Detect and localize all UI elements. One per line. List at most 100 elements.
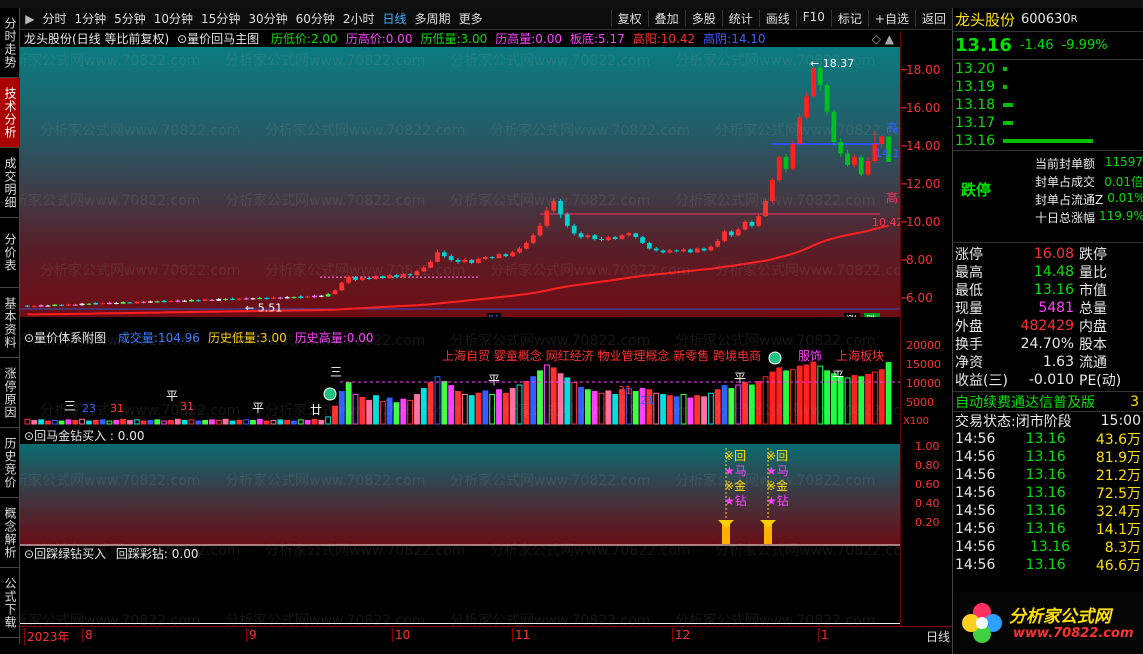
timeframe-8[interactable]: 日线 xyxy=(379,10,411,27)
left-tab-7[interactable]: 概念解析 xyxy=(0,498,20,568)
bid-bar xyxy=(1003,139,1093,143)
toolbar-button-5[interactable]: F10 xyxy=(795,10,831,27)
left-tab-1[interactable]: 技术分析 xyxy=(0,78,20,148)
candle-body xyxy=(824,85,830,112)
left-tab-8[interactable]: 公式下载 xyxy=(0,568,20,638)
stock-name: 龙头股份 xyxy=(955,11,1016,29)
vol-bar xyxy=(188,419,195,425)
stat-label-2: 量比 xyxy=(1079,265,1107,281)
bid-bar-wrap xyxy=(1003,121,1141,125)
hm-tick-4: 0.20 xyxy=(915,516,940,529)
hs-value: 0.00 xyxy=(171,547,199,561)
timeframe-6[interactable]: 60分钟 xyxy=(292,10,339,27)
stat-value: 482429 xyxy=(1020,318,1074,334)
hm-panel-title[interactable]: ⊙回马金钻买入 xyxy=(24,429,106,443)
left-tab-2[interactable]: 成交明细 xyxy=(0,148,20,218)
hm-signal-char: ★马 xyxy=(724,464,747,478)
toolbar-button-2[interactable]: 多股 xyxy=(684,10,722,27)
stat-row: 换手 24.70% 股本 xyxy=(955,335,1141,353)
vol-bar xyxy=(810,361,817,425)
panel-controls-icon[interactable]: ◇ ▲ xyxy=(872,31,894,47)
timeframe-2[interactable]: 5分钟 xyxy=(110,10,150,27)
vol-bar xyxy=(789,369,796,425)
left-tab-4[interactable]: 基本资料 xyxy=(0,288,20,358)
marker-die[interactable]: 跌 xyxy=(866,313,877,317)
timeframe-list: 分时 1分钟 5分钟 10分钟 15分钟 30分钟 60分钟 2小时 日线 多周期 更多 xyxy=(38,10,486,27)
left-tab-0[interactable]: 分时走势 xyxy=(0,8,20,78)
candle-body xyxy=(264,297,270,299)
timeframe-4[interactable]: 15分钟 xyxy=(197,10,244,27)
candle-body xyxy=(503,254,509,257)
seal-label: 当前封单额 xyxy=(1035,157,1096,171)
timeframe-0[interactable]: 分时 xyxy=(38,10,70,27)
forward-icon[interactable]: ▶ xyxy=(25,12,34,26)
left-tab-5[interactable]: 涨停原因 xyxy=(0,358,20,428)
tick-row: 14:56 13.16 72.5万 xyxy=(953,484,1143,502)
candle-body xyxy=(421,267,427,272)
vol-bar xyxy=(58,420,65,425)
timeframe-1[interactable]: 1分钟 xyxy=(70,10,110,27)
main-stat-2: 历低量:3.00 xyxy=(420,32,487,46)
promo-banner[interactable]: 自动续费通达信普及版 3 xyxy=(953,392,1143,412)
timeframe-3[interactable]: 10分钟 xyxy=(150,10,197,27)
candle-body xyxy=(660,250,666,253)
bid-row: 13.20 xyxy=(953,60,1143,78)
vol-bar xyxy=(345,382,352,425)
vol-panel-title[interactable]: ⊙量价体系附图 xyxy=(24,331,106,345)
toolbar-button-7[interactable]: +自选 xyxy=(867,10,915,27)
toolbar-button-0[interactable]: 复权 xyxy=(610,10,648,27)
signal-badge-icon xyxy=(768,351,782,365)
timeframe-9[interactable]: 多周期 xyxy=(411,10,455,27)
concept-tag-apparel: 服饰 xyxy=(798,349,823,363)
volume-chart[interactable]: 三平平廿三平平平 23 31 31 31 21 上海自贸 婴童概念 网红经济 物业管理概念… xyxy=(20,346,900,426)
hs-panel-title[interactable]: ⊙回踩绿钻买入 xyxy=(24,547,106,561)
vol-bar xyxy=(871,371,878,425)
timeframe-5[interactable]: 30分钟 xyxy=(244,10,291,27)
marker-zhang[interactable]: 涨 xyxy=(846,314,857,317)
candle-body xyxy=(154,301,160,303)
candle-body xyxy=(667,250,673,253)
main-stat-4: 板底:5.17 xyxy=(570,32,625,46)
candle-body xyxy=(414,271,420,276)
timeframe-10[interactable]: 更多 xyxy=(455,10,487,27)
price-chart[interactable]: ← 18.37 ← 5.51 高 14.10 高 10.42 财 涨 跌 xyxy=(20,47,900,317)
candle-body xyxy=(127,302,133,304)
price-tick-2: 14.00 xyxy=(906,139,940,153)
huicai-chart[interactable] xyxy=(20,562,900,626)
toolbar-button-4[interactable]: 画线 xyxy=(758,10,796,27)
candle-body xyxy=(728,231,734,236)
vol-bar xyxy=(181,419,188,425)
toolbar-button-1[interactable]: 叠加 xyxy=(647,10,685,27)
vol-bar xyxy=(837,376,844,425)
vol-bar xyxy=(543,364,550,425)
timeframe-7[interactable]: 2小时 xyxy=(339,10,379,27)
toolbar-button-8[interactable]: 返回 xyxy=(914,10,952,27)
candle-body xyxy=(804,96,809,118)
vol-bar xyxy=(796,365,803,425)
bid-bar-wrap xyxy=(1003,67,1141,71)
stat-value: 24.70% xyxy=(1020,336,1074,352)
tick-row: 14:56 13.16 46.6万 xyxy=(953,556,1143,574)
vol-panel-header: ⊙量价体系附图 成交量:104.96 历史低量:3.00 历史高量:0.00 xyxy=(20,330,900,346)
hm-signal-char: ※金 xyxy=(766,478,788,493)
main-stat-value-6: 14.10 xyxy=(731,32,766,46)
vol-bar xyxy=(202,419,209,425)
tick-time: 14:56 xyxy=(955,431,996,447)
candle-body xyxy=(257,297,263,300)
left-tab-6[interactable]: 历史竞价 xyxy=(0,428,20,498)
marker-cai[interactable]: 财 xyxy=(488,313,499,317)
stat-label: 最低 xyxy=(955,283,983,299)
left-tab-3[interactable]: 分价表 xyxy=(0,218,20,288)
vol-bar xyxy=(783,370,789,425)
seal-row: 封单占成交 0.01倍 xyxy=(1035,173,1143,191)
toolbar-button-3[interactable]: 统计 xyxy=(721,10,759,27)
indicator-name[interactable]: ⊙量价回马主图 xyxy=(177,32,259,46)
main-stat-label-1: 历高价: xyxy=(345,32,386,46)
seal-rows: 当前封单额 11597 封单占成交 0.01倍 封单占流通Z 0.01% 十日总涨幅 119.… xyxy=(1035,155,1143,227)
candle-body xyxy=(626,233,632,236)
huima-chart[interactable]: ※回 ★马 ※金 ★钻 ※回 ★马 ※金 ★钻 xyxy=(20,444,900,546)
toolbar-button-6[interactable]: 标记 xyxy=(830,10,868,27)
logo-url: www.70822.com xyxy=(1013,626,1134,641)
vol-bar xyxy=(352,393,359,425)
stat-label: 最高 xyxy=(955,265,983,281)
